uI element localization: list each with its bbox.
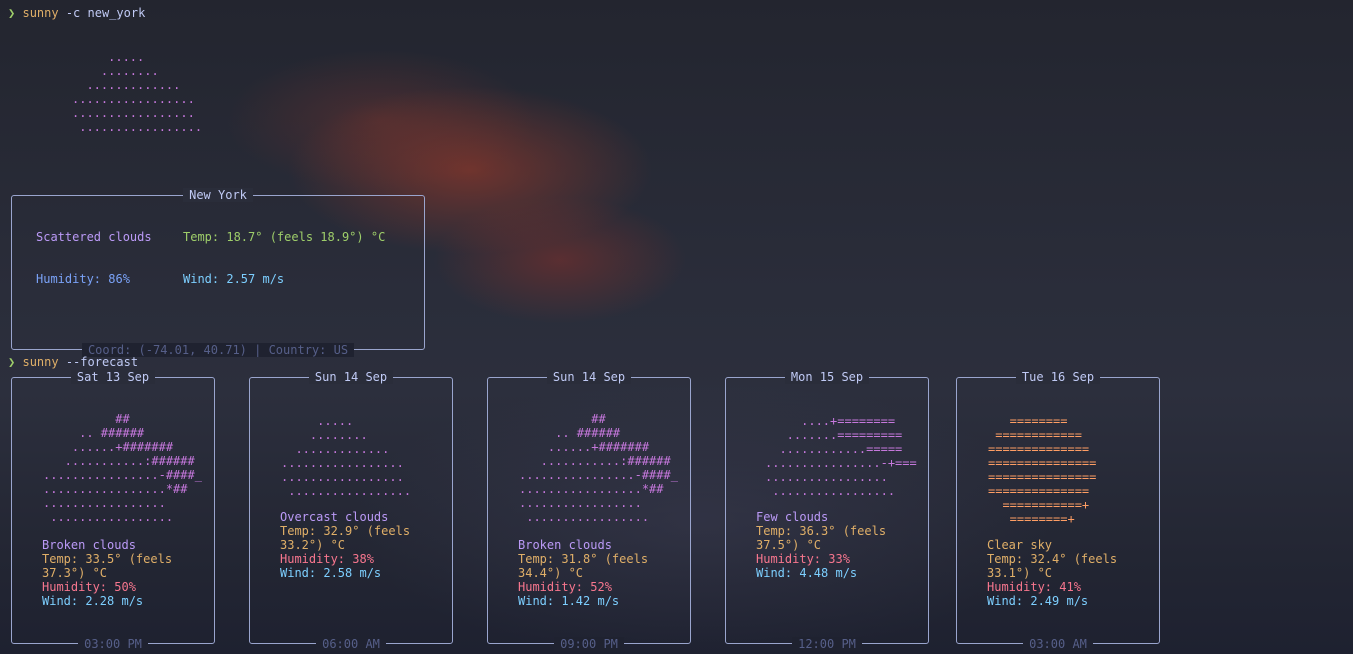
command-line-2: ❯ sunny --forecast bbox=[8, 355, 138, 369]
cloud-art-icon: ## .. ###### ......+####### ...........:… bbox=[519, 412, 678, 524]
forecast-temp: Temp: 31.8° (feels 34.4°) °C bbox=[518, 552, 649, 580]
forecast-wind: Wind: 4.48 m/s bbox=[756, 566, 858, 580]
command-line-1: ❯ sunny -c new_york bbox=[8, 6, 145, 20]
forecast-time: 03:00 AM bbox=[1023, 637, 1093, 651]
command-args: -c new_york bbox=[58, 6, 146, 20]
command-name: sunny bbox=[22, 6, 59, 20]
forecast-humidity: Humidity: 33% bbox=[756, 552, 850, 566]
command-name: sunny bbox=[22, 355, 59, 369]
current-weather-art: ..... ........ ............. ...........… bbox=[72, 50, 203, 134]
forecast-description: Overcast clouds bbox=[280, 510, 389, 524]
prompt-arrow-icon: ❯ bbox=[8, 6, 16, 20]
forecast-day: Sun 14 Sep bbox=[308, 370, 394, 384]
sun-art-icon: ======== ============ ============== ===… bbox=[988, 414, 1097, 526]
forecast-time: 06:00 AM bbox=[316, 637, 386, 651]
forecast-card: Sun 14 Sep ## .. ###### ......+####### .… bbox=[487, 370, 691, 651]
forecast-wind: Wind: 1.42 m/s bbox=[518, 594, 620, 608]
forecast-time: 09:00 PM bbox=[554, 637, 624, 651]
forecast-description: Clear sky bbox=[987, 538, 1053, 552]
forecast-wind: Wind: 2.58 m/s bbox=[280, 566, 382, 580]
forecast-card: Sat 13 Sep ## .. ###### ......+####### .… bbox=[11, 370, 215, 651]
forecast-wind: Wind: 2.49 m/s bbox=[987, 594, 1089, 608]
forecast-humidity: Humidity: 38% bbox=[280, 552, 374, 566]
forecast-day: Tue 16 Sep bbox=[1015, 370, 1101, 384]
forecast-time: 12:00 PM bbox=[792, 637, 862, 651]
forecast-card: Mon 15 Sep ....+======== .......========… bbox=[725, 370, 929, 651]
cloud-art-icon: ## .. ###### ......+####### ...........:… bbox=[43, 412, 202, 524]
city-title: New York bbox=[183, 188, 253, 202]
prompt-arrow-icon: ❯ bbox=[8, 355, 16, 369]
forecast-humidity: Humidity: 41% bbox=[987, 580, 1081, 594]
forecast-humidity: Humidity: 52% bbox=[518, 580, 612, 594]
forecast-card: Tue 16 Sep ======== ============ =======… bbox=[956, 370, 1160, 651]
forecast-temp: Temp: 36.3° (feels 37.5°) °C bbox=[756, 524, 887, 552]
partly-sunny-art-icon: ....+======== .......========= .........… bbox=[765, 414, 917, 498]
current-wind: Wind: 2.57 m/s bbox=[183, 272, 285, 286]
forecast-day: Sun 14 Sep bbox=[546, 370, 632, 384]
forecast-card: Sun 14 Sep ..... ........ ............. … bbox=[249, 370, 453, 651]
forecast-temp: Temp: 32.4° (feels 33.1°) °C bbox=[987, 552, 1118, 580]
forecast-temp: Temp: 32.9° (feels 33.2°) °C bbox=[280, 524, 411, 552]
forecast-day: Sat 13 Sep bbox=[70, 370, 156, 384]
forecast-humidity: Humidity: 50% bbox=[42, 580, 136, 594]
forecast-wind: Wind: 2.28 m/s bbox=[42, 594, 144, 608]
forecast-time: 03:00 PM bbox=[78, 637, 148, 651]
forecast-temp: Temp: 33.5° (feels 37.3°) °C bbox=[42, 552, 173, 580]
cloud-art-icon: ..... ........ ............. ...........… bbox=[281, 414, 412, 498]
forecast-day: Mon 15 Sep bbox=[784, 370, 870, 384]
current-temp: Temp: 18.7° (feels 18.9°) °C bbox=[183, 230, 386, 244]
forecast-description: Few clouds bbox=[756, 510, 829, 524]
forecast-description: Broken clouds bbox=[42, 538, 136, 552]
current-humidity: Humidity: 86% bbox=[36, 272, 130, 286]
command-args: --forecast bbox=[58, 355, 139, 369]
current-description: Scattered clouds bbox=[36, 230, 152, 244]
current-weather-panel: New York Scattered clouds Temp: 18.7° (f… bbox=[11, 188, 425, 357]
forecast-description: Broken clouds bbox=[518, 538, 612, 552]
